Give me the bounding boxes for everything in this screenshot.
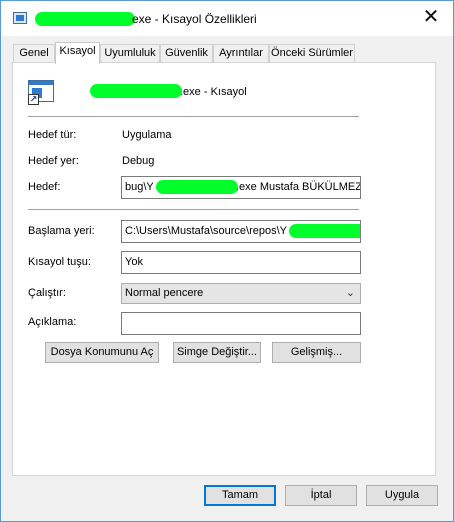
chevron-down-icon: ⌄ [345, 287, 355, 299]
comment-field[interactable] [121, 312, 361, 335]
application-icon: ↗ [28, 80, 57, 107]
tab-uyumluluk[interactable]: Uyumluluk [100, 44, 160, 63]
divider [28, 116, 359, 117]
target-type-value: Uygulama [122, 129, 172, 141]
redaction-mark [156, 180, 238, 194]
redaction-mark [289, 224, 360, 238]
open-file-location-button[interactable]: Dosya Konumunu Aç [45, 342, 159, 363]
advanced-button[interactable]: Gelişmiş... [272, 342, 361, 363]
redaction-mark [90, 84, 182, 98]
tab-guvenlik[interactable]: Güvenlik [160, 44, 213, 63]
run-label: Çalıştır: [28, 287, 66, 299]
tab-onceki-surumler[interactable]: Önceki Sürümler [269, 44, 355, 63]
cancel-button[interactable]: İptal [285, 485, 357, 506]
start-in-value: C:\Users\Mustafa\source\repos\Y [125, 225, 288, 237]
run-select-value: Normal pencere [125, 287, 204, 299]
shortcut-key-label: Kısayol tuşu: [28, 256, 91, 268]
title-bar: exe - Kısayol Özellikleri ✕ [1, 1, 453, 36]
target-value-right: .exe Mustafa BÜKÜLMEZ [236, 181, 361, 193]
tab-genel[interactable]: Genel [13, 44, 55, 63]
comment-label: Açıklama: [28, 316, 77, 328]
start-in-field[interactable]: C:\Users\Mustafa\source\repos\Y [121, 220, 361, 243]
shortcut-panel: ↗ .exe - Kısayol Hedef tür: Uygulama Hed… [12, 62, 436, 476]
tab-ayrintilar[interactable]: Ayrıntılar [213, 44, 269, 63]
target-value-left: bug\Y [125, 181, 154, 193]
apply-button[interactable]: Uygula [366, 485, 438, 506]
run-select[interactable]: Normal pencere ⌄ [121, 283, 361, 304]
target-field[interactable]: bug\Y .exe Mustafa BÜKÜLMEZ [121, 176, 361, 199]
target-location-value: Debug [122, 155, 155, 167]
change-icon-button[interactable]: Simge Değiştir... [173, 342, 261, 363]
window-title: exe - Kısayol Özellikleri [132, 12, 257, 26]
target-label: Hedef: [28, 181, 61, 193]
tab-kisayol[interactable]: Kısayol [55, 42, 100, 64]
redaction-mark [35, 12, 135, 26]
shortcut-key-field[interactable]: Yok [121, 251, 361, 274]
shortcut-arrow-icon: ↗ [28, 94, 39, 105]
divider [28, 209, 359, 210]
close-button[interactable]: ✕ [417, 6, 445, 30]
start-in-label: Başlama yeri: [28, 225, 95, 237]
properties-window: exe - Kısayol Özellikleri ✕ Genel Kısayo… [0, 0, 454, 522]
shortcut-app-icon [13, 12, 27, 24]
shortcut-name: .exe - Kısayol [180, 86, 247, 98]
ok-button[interactable]: Tamam [204, 485, 276, 506]
target-location-label: Hedef yer: [28, 155, 79, 167]
target-type-label: Hedef tür: [28, 129, 77, 141]
